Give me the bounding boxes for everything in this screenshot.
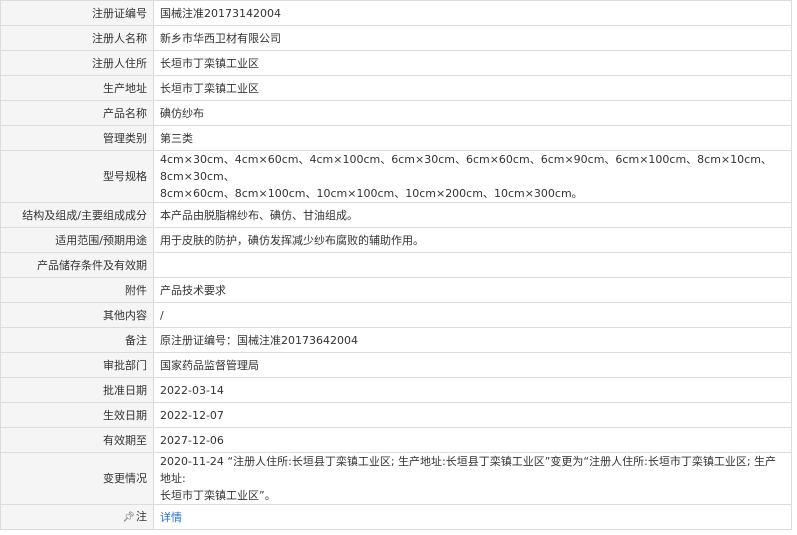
field-label: 注册人名称: [0, 25, 154, 51]
table-row: 结构及组成/主要组成成分 本产品由脱脂棉纱布、碘仿、甘油组成。: [0, 202, 792, 228]
field-label: 生产地址: [0, 75, 154, 101]
field-value: 2022-03-14: [153, 377, 792, 403]
table-row: 其他内容 /: [0, 302, 792, 328]
field-value: 国械注准20173142004: [153, 0, 792, 26]
field-label: 产品名称: [0, 100, 154, 126]
field-value: 4cm×30cm、4cm×60cm、4cm×100cm、6cm×30cm、6cm…: [153, 150, 792, 203]
registration-detail-table: 注册证编号 国械注准20173142004 注册人名称 新乡市华西卫材有限公司 …: [0, 0, 792, 530]
field-label: 结构及组成/主要组成成分: [0, 202, 154, 228]
table-row: 变更情况 2020-11-24 “注册人住所:长垣县丁栾镇工业区; 生产地址:长…: [0, 452, 792, 505]
table-row: 产品储存条件及有效期: [0, 252, 792, 278]
field-value: 2027-12-06: [153, 427, 792, 453]
table-row: 管理类别 第三类: [0, 125, 792, 151]
table-row: 生产地址 长垣市丁栾镇工业区: [0, 75, 792, 101]
field-value: 本产品由脱脂棉纱布、碘仿、甘油组成。: [153, 202, 792, 228]
field-label: 管理类别: [0, 125, 154, 151]
pin-icon: 📌︎: [122, 512, 135, 523]
field-value: 原注册证编号：国械注准20173642004: [153, 327, 792, 353]
field-value-line: 8cm×60cm、8cm×100cm、10cm×100cm、10cm×200cm…: [160, 187, 583, 200]
table-row: 📌︎注 详情: [0, 504, 792, 530]
field-value: 2022-12-07: [153, 402, 792, 428]
table-row: 注册人住所 长垣市丁栾镇工业区: [0, 50, 792, 76]
table-row: 产品名称 碘仿纱布: [0, 100, 792, 126]
table-row: 有效期至 2027-12-06: [0, 427, 792, 453]
field-label: 注册证编号: [0, 0, 154, 26]
field-value: 长垣市丁栾镇工业区: [153, 50, 792, 76]
table-row: 注册证编号 国械注准20173142004: [0, 0, 792, 26]
field-value: [153, 252, 792, 278]
field-value: 用于皮肤的防护，碘仿发挥减少纱布腐败的辅助作用。: [153, 227, 792, 253]
field-value: 产品技术要求: [153, 277, 792, 303]
field-value-line: 4cm×30cm、4cm×60cm、4cm×100cm、6cm×30cm、6cm…: [160, 153, 772, 183]
field-label: 生效日期: [0, 402, 154, 428]
table-row: 适用范围/预期用途 用于皮肤的防护，碘仿发挥减少纱布腐败的辅助作用。: [0, 227, 792, 253]
field-value: 2020-11-24 “注册人住所:长垣县丁栾镇工业区; 生产地址:长垣县丁栾镇…: [153, 452, 792, 505]
table-row: 批准日期 2022-03-14: [0, 377, 792, 403]
field-value: 新乡市华西卫材有限公司: [153, 25, 792, 51]
field-value: 碘仿纱布: [153, 100, 792, 126]
field-label: 适用范围/预期用途: [0, 227, 154, 253]
table-row: 注册人名称 新乡市华西卫材有限公司: [0, 25, 792, 51]
field-value: 长垣市丁栾镇工业区: [153, 75, 792, 101]
field-value: 第三类: [153, 125, 792, 151]
field-label: 审批部门: [0, 352, 154, 378]
field-label: 批准日期: [0, 377, 154, 403]
table-row: 备注 原注册证编号：国械注准20173642004: [0, 327, 792, 353]
field-label: 其他内容: [0, 302, 154, 328]
table-row: 型号规格 4cm×30cm、4cm×60cm、4cm×100cm、6cm×30c…: [0, 150, 792, 203]
field-label: 型号规格: [0, 150, 154, 203]
field-value-line: 长垣市丁栾镇工业区”。: [160, 489, 276, 502]
field-value: 详情: [153, 504, 792, 530]
table-row: 生效日期 2022-12-07: [0, 402, 792, 428]
field-label: 有效期至: [0, 427, 154, 453]
field-label: 备注: [0, 327, 154, 353]
field-label-text: 注: [136, 510, 147, 523]
field-value-line: 2020-11-24 “注册人住所:长垣县丁栾镇工业区; 生产地址:长垣县丁栾镇…: [160, 455, 777, 485]
field-label: 附件: [0, 277, 154, 303]
details-link[interactable]: 详情: [160, 511, 182, 524]
field-value: /: [153, 302, 792, 328]
field-label: 📌︎注: [0, 504, 154, 530]
field-label: 变更情况: [0, 452, 154, 505]
field-label: 产品储存条件及有效期: [0, 252, 154, 278]
table-row: 审批部门 国家药品监督管理局: [0, 352, 792, 378]
field-value: 国家药品监督管理局: [153, 352, 792, 378]
table-row: 附件 产品技术要求: [0, 277, 792, 303]
field-label: 注册人住所: [0, 50, 154, 76]
